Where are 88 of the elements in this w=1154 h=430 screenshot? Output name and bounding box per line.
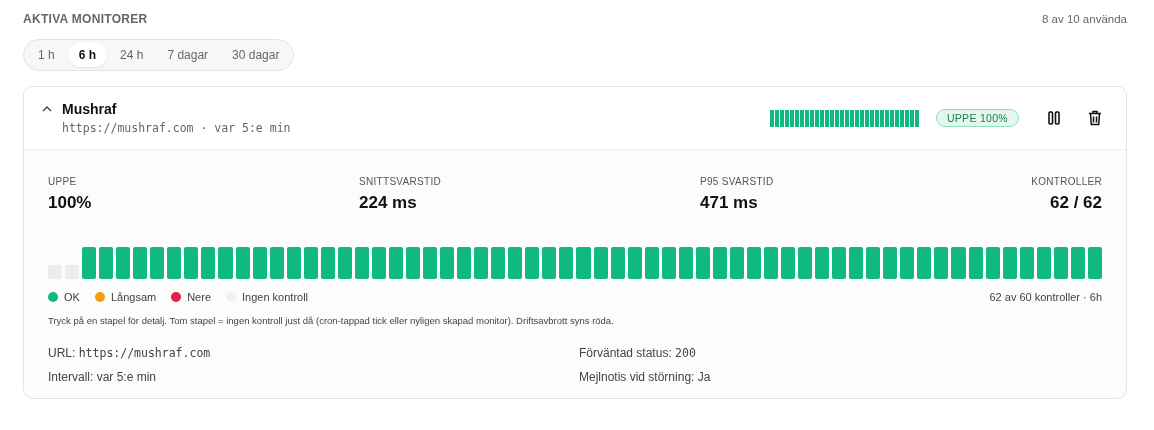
status-bar[interactable] bbox=[423, 247, 438, 279]
chevron-icon[interactable] bbox=[42, 106, 52, 112]
legend-label: Långsam bbox=[110, 291, 157, 303]
status-bar[interactable] bbox=[763, 247, 778, 279]
status-bar[interactable] bbox=[525, 247, 540, 279]
legend-label: OK bbox=[64, 291, 80, 303]
status-bar[interactable] bbox=[474, 247, 489, 279]
status-bar[interactable] bbox=[133, 247, 148, 279]
status-bar[interactable] bbox=[303, 247, 318, 279]
status-bar[interactable] bbox=[491, 247, 506, 279]
detail-text: Intervall: var 5:e min bbox=[48, 370, 158, 384]
section-title: AKTIVA MONITORER bbox=[23, 12, 148, 26]
monitor-name: Mushraf bbox=[62, 101, 118, 117]
range-tab[interactable]: 30 dagar bbox=[221, 43, 291, 67]
status-bar[interactable] bbox=[746, 247, 761, 279]
status-bar[interactable] bbox=[235, 247, 250, 279]
stat-label: UPPE bbox=[48, 176, 78, 187]
stat-value: 471 ms bbox=[700, 193, 759, 213]
status-bar[interactable] bbox=[610, 247, 625, 279]
status-bar[interactable] bbox=[815, 247, 830, 279]
status-bar[interactable] bbox=[627, 247, 642, 279]
status-bar[interactable] bbox=[593, 247, 608, 279]
status-bar[interactable] bbox=[1070, 247, 1085, 279]
status-bar[interactable] bbox=[440, 247, 455, 279]
status-bar[interactable] bbox=[934, 247, 949, 279]
status-bar[interactable] bbox=[678, 247, 693, 279]
status-bar[interactable] bbox=[832, 247, 847, 279]
status-bar[interactable] bbox=[559, 247, 574, 279]
status-bar[interactable] bbox=[269, 247, 284, 279]
status-badge: UPPE 100% bbox=[935, 109, 1019, 127]
status-bar[interactable] bbox=[917, 247, 932, 279]
status-bar[interactable] bbox=[985, 247, 1000, 279]
status-bar[interactable] bbox=[661, 247, 676, 279]
status-bar[interactable] bbox=[866, 247, 881, 279]
status-bar[interactable] bbox=[1087, 247, 1102, 279]
range-tab[interactable]: 24 h bbox=[109, 43, 155, 67]
status-bar[interactable] bbox=[542, 247, 557, 279]
legend-label: Nere bbox=[187, 291, 211, 303]
stat-value: 224 ms bbox=[359, 193, 418, 213]
detail-text: Mejlnotis vid störning: Ja bbox=[579, 370, 712, 384]
status-bar[interactable] bbox=[116, 247, 131, 279]
stat-label: KONTROLLER bbox=[1031, 176, 1102, 187]
status-bar[interactable] bbox=[286, 247, 301, 279]
status-bar[interactable] bbox=[798, 247, 813, 279]
status-bar[interactable] bbox=[371, 247, 386, 279]
status-bar[interactable] bbox=[82, 247, 97, 279]
status-bar[interactable] bbox=[167, 247, 182, 279]
legend-label: Ingen kontroll bbox=[242, 291, 309, 303]
status-bar[interactable] bbox=[406, 247, 421, 279]
detail-text: URL: https://mushraf.com bbox=[48, 346, 212, 360]
status-bar[interactable] bbox=[712, 247, 727, 279]
status-bar[interactable] bbox=[201, 247, 216, 279]
status-bar[interactable] bbox=[1036, 247, 1051, 279]
status-bar[interactable] bbox=[150, 247, 165, 279]
range-tab[interactable]: 1 h bbox=[27, 43, 66, 67]
status-bar[interactable] bbox=[849, 247, 864, 279]
status-bar[interactable] bbox=[184, 247, 199, 279]
status-bar[interactable] bbox=[900, 247, 915, 279]
status-bar[interactable] bbox=[388, 247, 403, 279]
stat-label: P95 SVARSTID bbox=[700, 176, 775, 187]
status-bar[interactable] bbox=[337, 247, 352, 279]
usage-count: 8 av 10 använda bbox=[1041, 13, 1127, 25]
pause-icon[interactable] bbox=[1048, 111, 1060, 125]
status-bar[interactable] bbox=[457, 247, 472, 279]
stat-label: SNITTSVARSTID bbox=[359, 176, 443, 187]
detail-text: Förväntad status: 200 bbox=[579, 346, 697, 360]
help-text: Tryck på en stapel för detalj. Tom stapel = ingen kontroll just då (cron-tappad tick eller nyligen skapad monitor). Driftsavbrott syns röda. bbox=[48, 315, 615, 326]
monitor-url: https://mushraf.com · var 5:e min bbox=[62, 121, 291, 135]
trash-icon[interactable] bbox=[1088, 110, 1102, 126]
status-bar[interactable] bbox=[883, 247, 898, 279]
stat-value: 100% bbox=[48, 193, 93, 213]
status-bar[interactable] bbox=[99, 247, 114, 279]
status-bar[interactable] bbox=[354, 247, 369, 279]
stat-value: 62 / 62 bbox=[1049, 193, 1102, 213]
status-bar[interactable] bbox=[781, 247, 796, 279]
status-bar[interactable] bbox=[729, 247, 744, 279]
checks-summary: 62 av 60 kontroller · 6h bbox=[989, 291, 1102, 303]
status-bar[interactable] bbox=[968, 247, 983, 279]
status-bar[interactable] bbox=[695, 247, 710, 279]
status-bar[interactable] bbox=[1002, 247, 1017, 279]
range-tab[interactable]: 6 h bbox=[67, 43, 108, 67]
status-bar[interactable] bbox=[644, 247, 659, 279]
range-tab[interactable]: 7 dagar bbox=[156, 43, 220, 67]
status-bar[interactable] bbox=[252, 247, 267, 279]
status-bar[interactable] bbox=[1019, 247, 1034, 279]
status-bar[interactable] bbox=[508, 247, 523, 279]
status-bar[interactable] bbox=[1053, 247, 1068, 279]
status-bar[interactable] bbox=[320, 247, 335, 279]
